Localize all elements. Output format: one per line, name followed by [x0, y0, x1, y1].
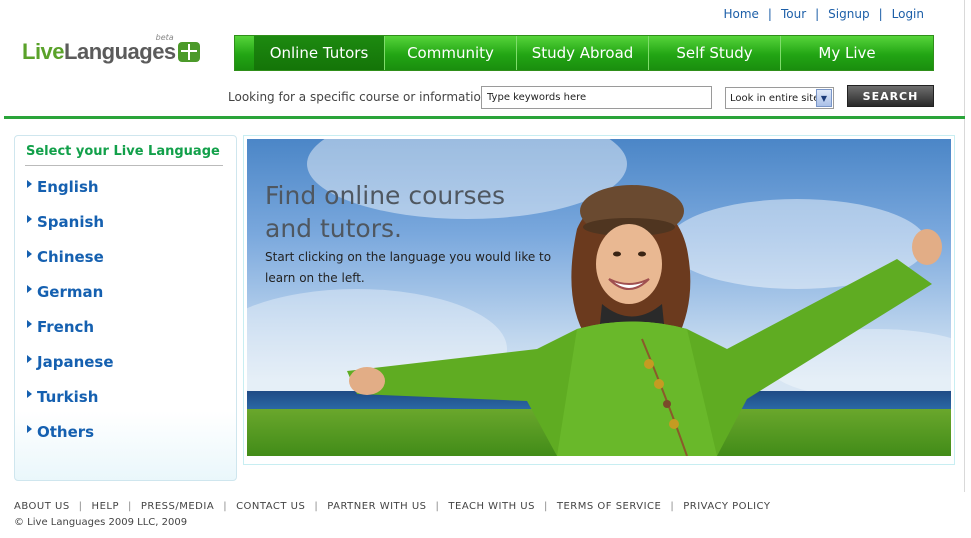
language-item-turkish[interactable]: Turkish — [27, 388, 98, 406]
hero-headline-line1: Find online courses — [265, 181, 505, 210]
beta-badge: beta — [155, 33, 174, 42]
hero-headline: Find online courses and tutors. — [265, 179, 505, 245]
search-scope-value: Look in entire site — [730, 92, 820, 104]
language-label: Others — [37, 423, 95, 441]
search-label: Looking for a specific course or informa… — [228, 90, 495, 104]
footer-link-teach-with-us[interactable]: TEACH WITH US — [448, 501, 535, 512]
arrow-right-icon — [27, 180, 32, 188]
tour-link[interactable]: Tour — [781, 7, 806, 21]
hero-headline-line2: and tutors. — [265, 214, 402, 243]
separator: | — [435, 501, 440, 512]
separator: | — [878, 7, 883, 21]
arrow-right-icon — [27, 320, 32, 328]
footer-links: ABOUT US | HELP | PRESS/MEDIA | CONTACT … — [14, 501, 770, 512]
separator: | — [815, 7, 820, 21]
language-label: English — [37, 178, 99, 196]
separator: | — [78, 501, 83, 512]
login-link[interactable]: Login — [892, 7, 924, 21]
separator: | — [223, 501, 228, 512]
footer-link-partner-with-us[interactable]: PARTNER WITH US — [327, 501, 426, 512]
language-item-japanese[interactable]: Japanese — [27, 353, 114, 371]
footer-link-privacy-policy[interactable]: PRIVACY POLICY — [683, 501, 770, 512]
language-label: Japanese — [37, 353, 114, 371]
hero-image: Find online courses and tutors. Start cl… — [247, 139, 951, 456]
language-label: Turkish — [37, 388, 99, 406]
hero-banner: Find online courses and tutors. Start cl… — [243, 135, 955, 465]
separator: | — [128, 501, 132, 512]
language-item-english[interactable]: English — [27, 178, 99, 196]
search-input[interactable] — [481, 86, 712, 109]
arrow-right-icon — [27, 285, 32, 293]
arrow-right-icon — [27, 390, 32, 398]
footer-link-help[interactable]: HELP — [92, 501, 119, 512]
chevron-down-icon[interactable]: ▼ — [816, 89, 832, 107]
footer-link-press-media[interactable]: PRESS/MEDIA — [141, 501, 214, 512]
signup-link[interactable]: Signup — [828, 7, 869, 21]
copyright: © Live Languages 2009 LLC, 2009 — [14, 517, 188, 528]
arrow-right-icon — [27, 425, 32, 433]
top-links: Home | Tour | Signup | Login — [723, 7, 924, 21]
tab-community[interactable]: Community — [385, 36, 517, 70]
arrow-right-icon — [27, 215, 32, 223]
logo-text-languages: Languages — [64, 39, 176, 64]
sidebar-title: Select your Live Language — [26, 144, 220, 159]
language-item-german[interactable]: German — [27, 283, 103, 301]
footer-link-terms-of-service[interactable]: TERMS OF SERVICE — [557, 501, 662, 512]
language-item-spanish[interactable]: Spanish — [27, 213, 104, 231]
language-label: Chinese — [37, 248, 104, 266]
language-sidebar: Select your Live Language English Spanis… — [14, 135, 237, 481]
tab-self-study[interactable]: Self Study — [649, 36, 781, 70]
footer-link-contact-us[interactable]: CONTACT US — [236, 501, 305, 512]
separator: | — [314, 501, 319, 512]
hero-body: Start clicking on the language you would… — [265, 250, 552, 285]
site-logo[interactable]: Live Languages beta — [22, 33, 200, 65]
header-divider — [4, 116, 965, 119]
language-item-french[interactable]: French — [27, 318, 94, 336]
arrow-right-icon — [27, 355, 32, 363]
gift-icon — [177, 42, 200, 62]
main-nav: Online Tutors Community Study Abroad Sel… — [234, 35, 934, 71]
arrow-right-icon — [27, 250, 32, 258]
tab-my-live[interactable]: My Live — [781, 36, 913, 70]
language-label: German — [37, 283, 104, 301]
home-link[interactable]: Home — [723, 7, 758, 21]
language-item-others[interactable]: Others — [27, 423, 94, 441]
language-label: Spanish — [37, 213, 105, 231]
logo-text-live: Live — [22, 39, 65, 64]
tab-online-tutors[interactable]: Online Tutors — [254, 36, 385, 70]
footer-link-about-us[interactable]: ABOUT US — [14, 501, 70, 512]
search-scope-select[interactable]: Look in entire site ▼ — [725, 87, 834, 109]
language-item-chinese[interactable]: Chinese — [27, 248, 104, 266]
separator: | — [670, 501, 675, 512]
separator: | — [543, 501, 548, 512]
separator: | — [767, 7, 772, 21]
tab-study-abroad[interactable]: Study Abroad — [517, 36, 649, 70]
sidebar-divider — [25, 165, 223, 166]
language-label: French — [37, 318, 95, 336]
search-button[interactable]: SEARCH — [847, 85, 934, 107]
